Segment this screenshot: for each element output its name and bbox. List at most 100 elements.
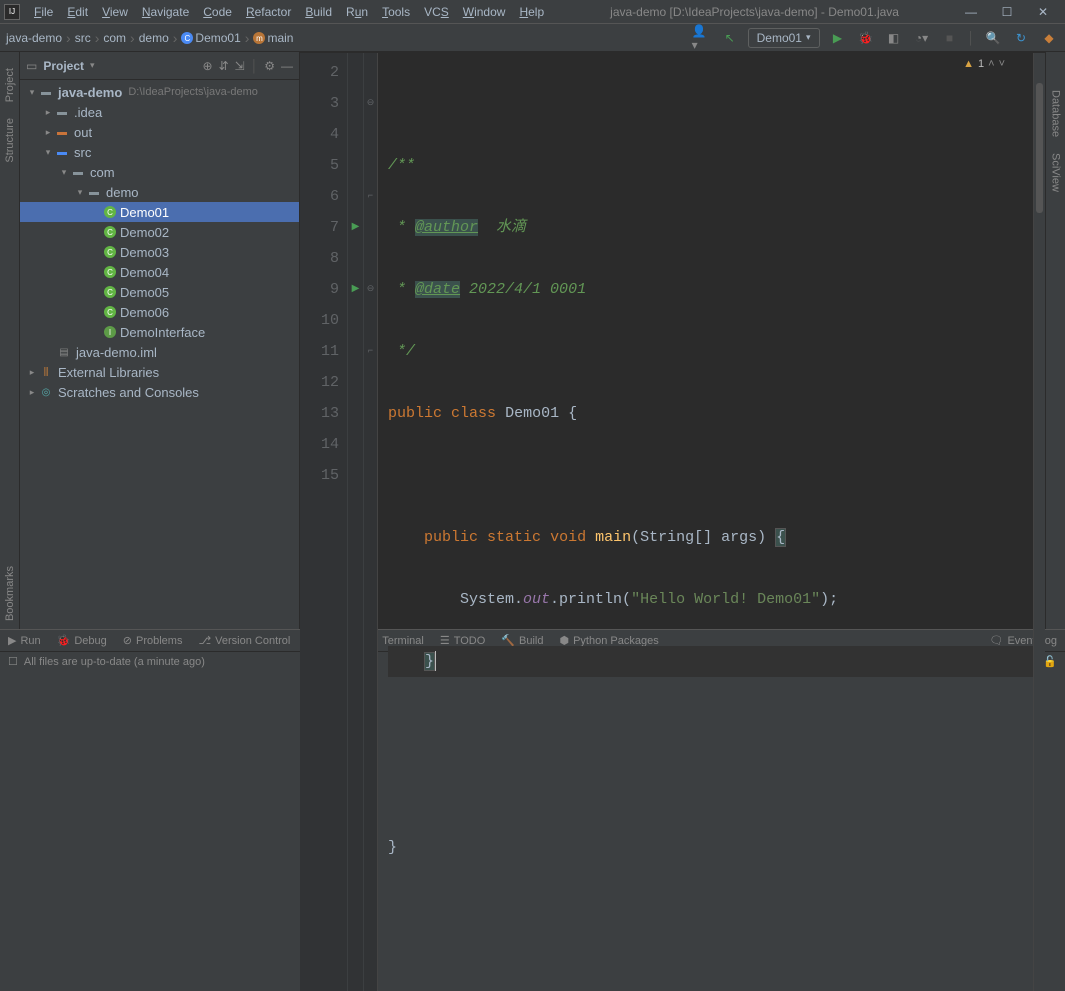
menu-vcs[interactable]: VCS <box>418 3 455 21</box>
search-icon[interactable]: 🔍 <box>983 28 1003 48</box>
menu-build[interactable]: Build <box>299 3 338 21</box>
text-cursor <box>435 651 436 671</box>
run-icon[interactable]: ▶ <box>828 28 848 48</box>
menu-help[interactable]: Help <box>513 3 550 21</box>
tree-class-demo03[interactable]: C Demo03 <box>20 242 299 262</box>
tree-root[interactable]: ▾ ▬ java-demo D:\IdeaProjects\java-demo <box>20 82 299 102</box>
tree-class-demo01[interactable]: C Demo01 <box>20 202 299 222</box>
coverage-icon[interactable]: ◧ <box>884 28 904 48</box>
tree-src[interactable]: ▾ ▬ src <box>20 142 299 162</box>
tree-class-demo05[interactable]: C Demo05 <box>20 282 299 302</box>
scroll-thumb[interactable] <box>1036 83 1043 213</box>
code-content[interactable]: /** * @author 水滴 * @date 2022/4/1 0001 *… <box>378 53 1033 991</box>
tree-iml[interactable]: ▤ java-demo.iml <box>20 342 299 362</box>
tool-debug[interactable]: 🐞Debug <box>57 634 107 647</box>
vcs-icon: ⎇ <box>198 634 211 647</box>
arrow-down-icon: ▾ <box>42 147 54 158</box>
tab-project[interactable]: Project <box>2 60 18 110</box>
tree-interface[interactable]: I DemoInterface <box>20 322 299 342</box>
gear-icon[interactable]: ⚙ <box>264 59 275 73</box>
profile-icon[interactable]: ◔▾ <box>912 28 932 48</box>
menu-code[interactable]: Code <box>197 3 238 21</box>
tree-demo[interactable]: ▾ ▬ demo <box>20 182 299 202</box>
run-config-selector[interactable]: Demo01 ▾ <box>748 28 820 48</box>
crumb-src[interactable]: src <box>75 31 91 45</box>
select-opened-icon[interactable]: ⊕ <box>203 59 213 73</box>
ide-settings-icon[interactable]: ◆ <box>1039 28 1059 48</box>
menu-navigate[interactable]: Navigate <box>136 3 195 21</box>
class-icon: C <box>104 266 116 278</box>
maximize-button[interactable]: ☐ <box>995 5 1019 19</box>
chevron-right-icon: › <box>130 30 135 46</box>
menu-refactor[interactable]: Refactor <box>240 3 297 21</box>
collapse-all-icon[interactable]: ⇲ <box>235 59 245 73</box>
fold-gutter: ⊖ ⌐ ⊖ ⌐ <box>364 53 378 991</box>
tree-out[interactable]: ▸ ▬ out <box>20 122 299 142</box>
lock-icon[interactable]: 🔓 <box>1043 655 1057 668</box>
menu-view[interactable]: View <box>96 3 134 21</box>
editor-body[interactable]: 234 567 8910 111213 1415 ▶ ▶ ⊖ ⌐ ⊖ <box>300 53 1045 991</box>
tab-database[interactable]: Database <box>1048 82 1064 145</box>
chevron-right-icon: › <box>245 30 250 46</box>
crumb-method[interactable]: mmain <box>253 31 293 45</box>
problems-indicator[interactable]: ▲ 1 ˄ ˅ <box>963 58 1005 70</box>
menu-tools[interactable]: Tools <box>376 3 416 21</box>
crumb-project[interactable]: java-demo <box>6 31 62 45</box>
chevron-down-icon[interactable]: ▾ <box>90 60 95 71</box>
run-config-label: Demo01 <box>757 31 802 45</box>
crumb-demo[interactable]: demo <box>139 31 169 45</box>
tree-ext-lib[interactable]: ▸ ⫼ External Libraries <box>20 362 299 382</box>
run-gutter-icon[interactable]: ▶ <box>348 274 363 305</box>
tree-idea[interactable]: ▸ ▬ .idea <box>20 102 299 122</box>
debug-icon[interactable]: 🐞 <box>856 28 876 48</box>
close-button[interactable]: ✕ <box>1031 5 1055 19</box>
tab-bookmarks[interactable]: Bookmarks <box>2 558 18 629</box>
fold-icon[interactable]: ⊖ <box>364 274 377 305</box>
chevron-right-icon: › <box>95 30 100 46</box>
add-config-icon[interactable]: 👤▾ <box>692 28 712 48</box>
crumb-class[interactable]: CDemo01 <box>181 31 240 45</box>
run-gutter-icon[interactable]: ▶ <box>348 212 363 243</box>
class-icon: C <box>181 32 193 44</box>
crumb-com[interactable]: com <box>103 31 126 45</box>
bug-icon: 🐞 <box>57 634 71 647</box>
tree-class-demo06[interactable]: C Demo06 <box>20 302 299 322</box>
chevron-up-icon[interactable]: ˄ <box>988 58 994 70</box>
class-icon: C <box>104 206 116 218</box>
panel-title[interactable]: Project <box>43 59 84 73</box>
tree-class-demo02[interactable]: C Demo02 <box>20 222 299 242</box>
tool-problems[interactable]: ⊘Problems <box>123 634 183 647</box>
arrow-down-icon: ▾ <box>74 187 86 198</box>
tool-vcs[interactable]: ⎇Version Control <box>198 634 290 647</box>
expand-all-icon[interactable]: ⇵ <box>219 59 229 73</box>
tree-com[interactable]: ▾ ▬ com <box>20 162 299 182</box>
app-logo-icon: IJ <box>4 4 20 20</box>
editor-scrollbar[interactable] <box>1033 53 1045 991</box>
menu-file[interactable]: File <box>28 3 59 21</box>
stop-icon[interactable]: ■ <box>940 28 960 48</box>
minimize-button[interactable]: — <box>959 5 983 19</box>
fold-icon[interactable]: ⊖ <box>364 88 377 119</box>
status-icon[interactable]: ☐ <box>8 655 18 668</box>
menu-edit[interactable]: Edit <box>61 3 94 21</box>
line-numbers: 234 567 8910 111213 1415 <box>300 53 348 991</box>
fold-end-icon[interactable]: ⌐ <box>364 336 377 367</box>
fold-end-icon[interactable]: ⌐ <box>364 181 377 212</box>
left-tool-strip: Project Structure Bookmarks <box>0 52 20 629</box>
window-title: java-demo [D:\IdeaProjects\java-demo] - … <box>550 5 959 19</box>
tool-run[interactable]: ▶Run <box>8 634 41 647</box>
tree-scratches[interactable]: ▸ ◎ Scratches and Consoles <box>20 382 299 402</box>
problems-icon: ⊘ <box>123 634 132 647</box>
build-hammer-icon[interactable]: ↖ <box>720 28 740 48</box>
menu-window[interactable]: Window <box>457 3 512 21</box>
hide-icon[interactable]: — <box>281 59 293 73</box>
tab-sciview[interactable]: SciView <box>1048 145 1064 200</box>
chevron-down-icon[interactable]: ˅ <box>999 58 1005 70</box>
sync-icon[interactable]: ↻ <box>1011 28 1031 48</box>
class-icon: C <box>104 306 116 318</box>
tab-structure[interactable]: Structure <box>2 110 18 171</box>
tree-class-demo04[interactable]: C Demo04 <box>20 262 299 282</box>
menu-run[interactable]: Run <box>340 3 374 21</box>
class-icon: C <box>104 226 116 238</box>
title-bar: IJ File Edit View Navigate Code Refactor… <box>0 0 1065 24</box>
